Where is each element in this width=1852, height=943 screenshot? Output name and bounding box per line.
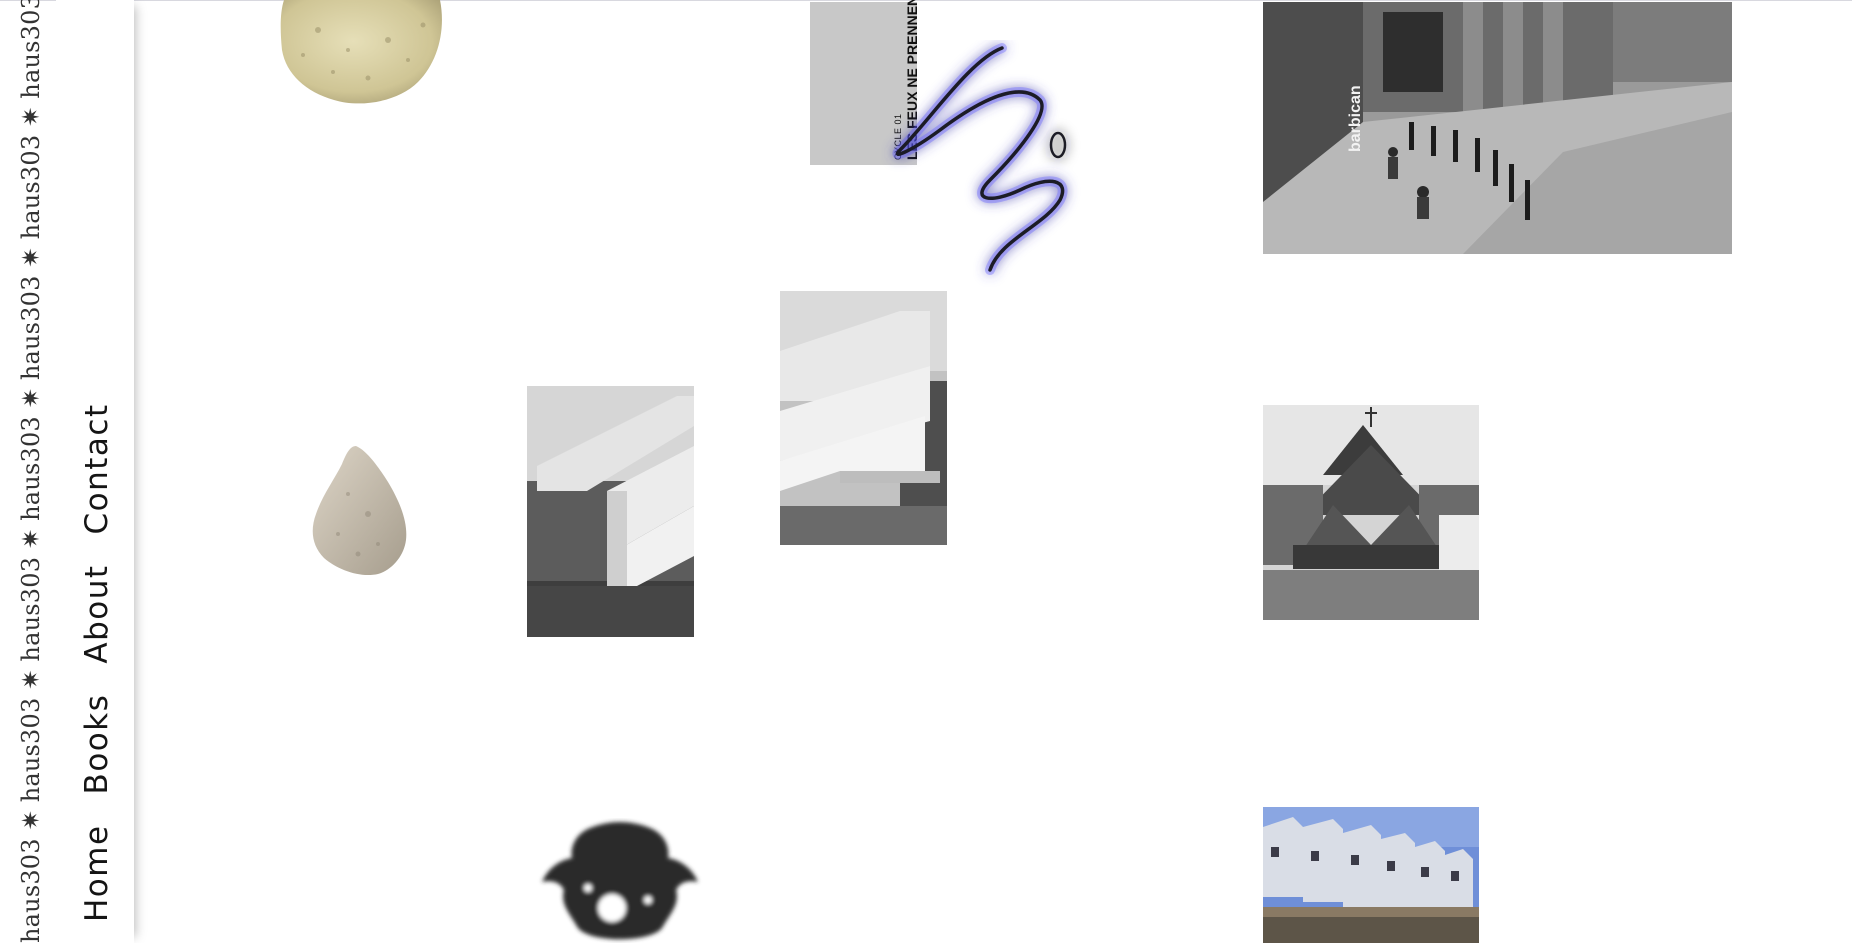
squiggle-graphic (892, 43, 1068, 275)
nav-books[interactable]: Books (79, 694, 115, 795)
photo-church[interactable] (1263, 405, 1479, 620)
nav-list: Home Books About Contact (79, 403, 115, 922)
nav-about[interactable]: About (79, 564, 115, 663)
marquee-strip: haus303 ✷ haus303 ✷ haus303 ✷ haus303 ✷ … (0, 0, 56, 943)
stone-gray[interactable] (308, 444, 410, 576)
ink-blot-graphic[interactable] (520, 818, 720, 943)
photo-barbican-street[interactable]: barbican (1263, 2, 1732, 254)
marquee-text: haus303 ✷ haus303 ✷ haus303 ✷ haus303 ✷ … (16, 0, 46, 943)
photo-stairs-2[interactable] (780, 291, 947, 545)
photo-row-houses[interactable] (1263, 807, 1479, 943)
nav-home[interactable]: Home (79, 824, 115, 922)
photo-stairs-1[interactable] (527, 386, 694, 637)
nav-contact[interactable]: Contact (79, 403, 115, 534)
barbican-sign: barbican (1347, 85, 1364, 152)
stone-yellow[interactable] (278, 0, 446, 108)
